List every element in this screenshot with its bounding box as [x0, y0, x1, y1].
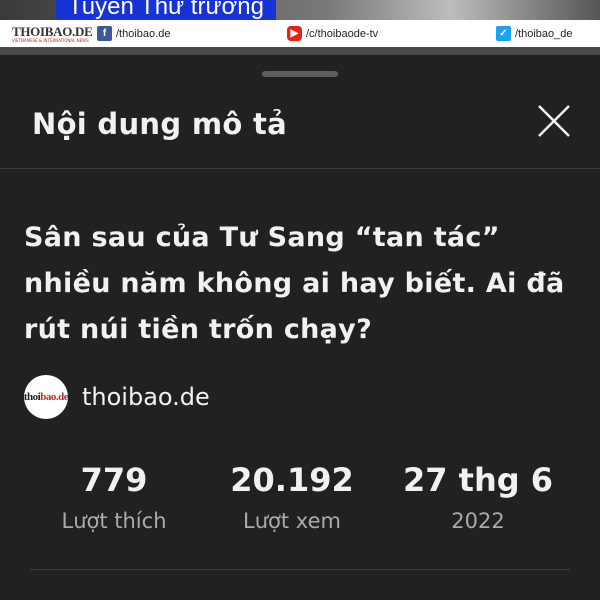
channel-name[interactable]: thoibao.de — [82, 383, 210, 411]
likes-value: 779 — [80, 461, 148, 499]
facebook-icon: f — [97, 26, 112, 41]
divider — [30, 569, 570, 570]
avatar-text-b: bao.de — [40, 391, 68, 403]
twitter-icon: ✓ — [496, 26, 511, 41]
avatar-logo: thoibao.de — [24, 391, 68, 403]
video-caption: Tuyên Thứ trưởng — [56, 0, 276, 22]
youtube-icon: ▶ — [287, 26, 302, 41]
date-stat: 27 thg 6 2022 — [400, 460, 556, 536]
logo-main-text: THOIBAO.DE — [12, 23, 93, 39]
twitter-link: ✓ /thoibao_de — [496, 26, 573, 41]
close-icon — [538, 105, 570, 137]
views-stat: 20.192 Lượt xem — [222, 460, 362, 536]
video-title: Sân sau của Tư Sang “tan tác” nhiều năm … — [24, 222, 565, 345]
thoibao-logo: THOIBAO.DE VIETNAMESE & INTERNATIONAL NE… — [0, 20, 93, 47]
date-value: 27 thg 6 — [402, 461, 554, 499]
avatar-text-a: thoi — [24, 391, 41, 403]
twitter-handle: /thoibao_de — [515, 27, 573, 40]
facebook-link: f /thoibao.de — [97, 26, 170, 41]
divider — [0, 168, 600, 169]
close-button[interactable] — [532, 99, 576, 143]
video-player[interactable]: Tuyên Thứ trưởng THOIBAO.DE VIETNAMESE &… — [0, 0, 600, 55]
likes-label: Lượt thích — [61, 509, 167, 533]
year-label: 2022 — [451, 509, 505, 533]
stats-row: 779 Lượt thích 20.192 Lượt xem 27 thg 6 … — [0, 460, 600, 540]
likes-stat: 779 Lượt thích — [54, 460, 174, 536]
drag-handle[interactable] — [262, 71, 338, 77]
facebook-handle: /thoibao.de — [116, 27, 171, 40]
video-bottom-edge — [0, 47, 600, 55]
logo-sub-text: VIETNAMESE & INTERNATIONAL NEWS — [12, 37, 89, 43]
sheet-title: Nội dung mô tả — [32, 107, 288, 141]
avatar[interactable]: thoibao.de — [24, 375, 68, 419]
views-value: 20.192 — [230, 461, 354, 499]
youtube-link: ▶ /c/thoibaode-tv — [287, 26, 378, 41]
views-label: Lượt xem — [243, 509, 341, 533]
description-sheet: Nội dung mô tả Sân sau của Tư Sang “tan … — [0, 55, 600, 600]
youtube-handle: /c/thoibaode-tv — [306, 27, 379, 40]
channel-row[interactable]: thoibao.de thoibao.de — [24, 375, 210, 419]
channel-banner: THOIBAO.DE VIETNAMESE & INTERNATIONAL NE… — [0, 20, 600, 47]
